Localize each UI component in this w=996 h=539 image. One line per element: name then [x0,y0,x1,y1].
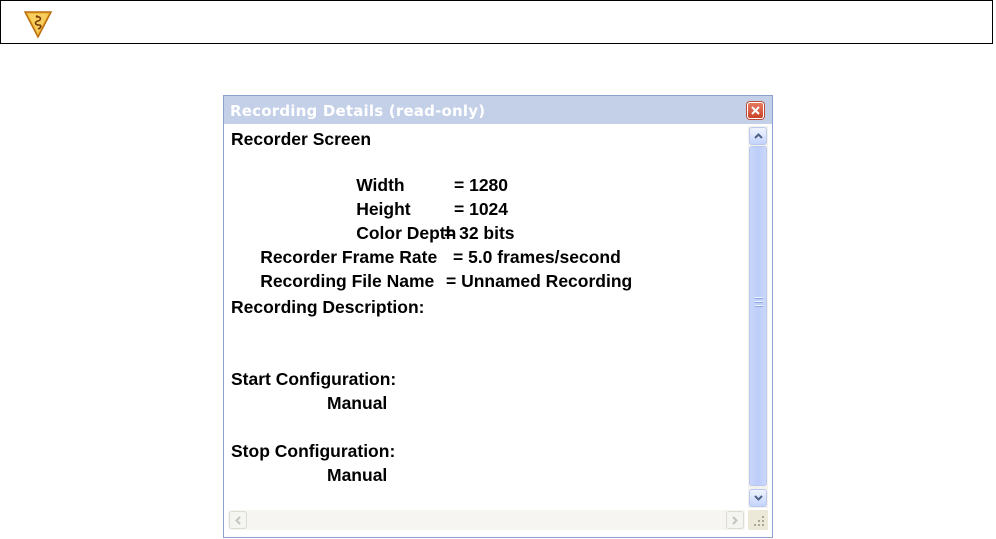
chevron-down-icon [754,495,763,501]
scroll-thumb[interactable] [749,146,767,486]
dialog-title: Recording Details (read-only) [230,102,486,120]
detail-line: Stop Configuration: [231,441,396,461]
vertical-scrollbar[interactable] [748,126,768,508]
recording-details-dialog: Recording Details (read-only) Recorder S… [223,95,773,538]
chevron-right-icon [732,516,738,525]
close-button[interactable] [747,102,764,119]
toolbar [0,0,993,44]
app-logo-icon[interactable] [23,9,53,39]
chevron-left-icon [235,516,241,525]
detail-line: Start Configuration: [231,369,397,389]
scroll-left-button[interactable] [229,511,247,529]
detail-line: Recording Description: [231,297,425,317]
details-text-area[interactable]: Recorder Screen Width = 1280 Height = 1024… [227,125,743,506]
close-icon [751,106,760,115]
dialog-titlebar[interactable]: Recording Details (read-only) [224,96,772,124]
scroll-down-button[interactable] [749,489,767,507]
scroll-right-button[interactable] [726,511,744,529]
resize-grip-icon[interactable] [748,510,768,530]
detail-line: Manual [327,393,388,413]
grip-icon [755,297,763,307]
horizontal-scrollbar[interactable] [228,510,745,530]
detail-line: Recorder Screen [231,129,372,149]
scroll-up-button[interactable] [749,127,767,145]
chevron-up-icon [754,133,763,139]
detail-line: Manual [327,465,388,485]
